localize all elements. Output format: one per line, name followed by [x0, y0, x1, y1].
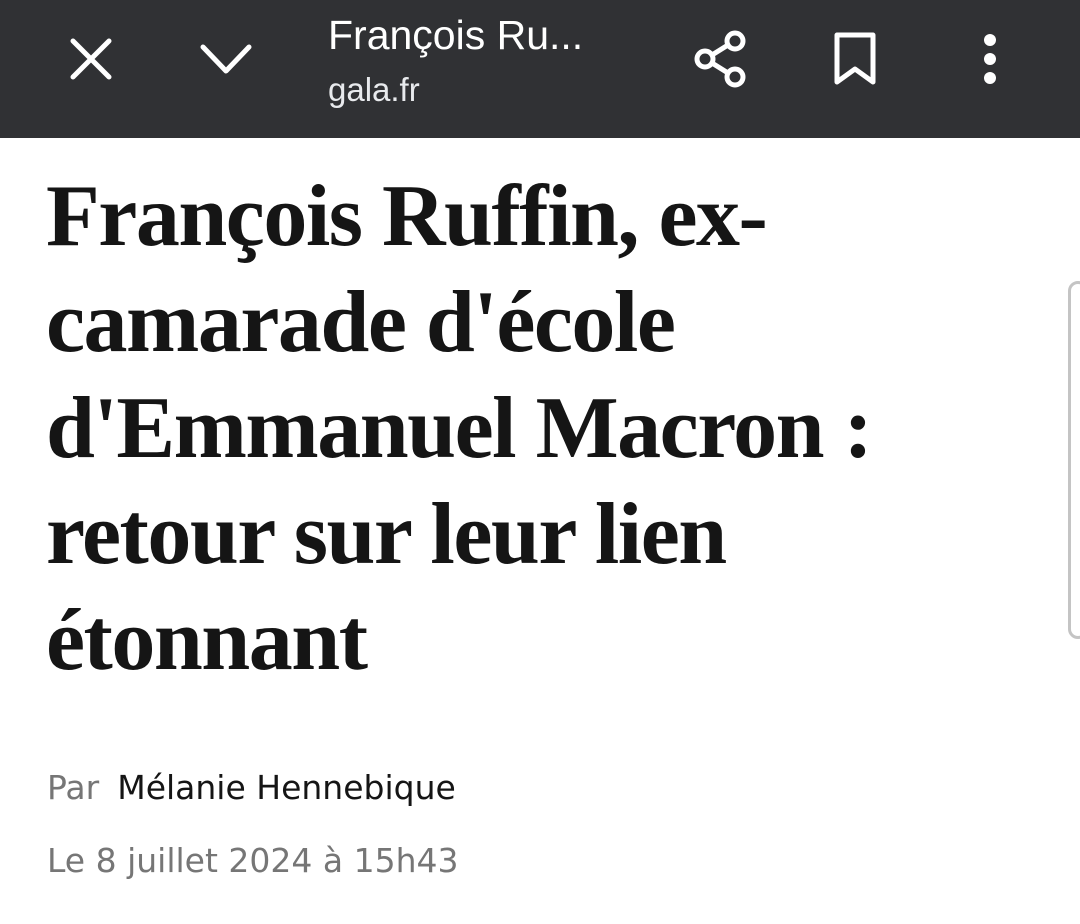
page-domain: gala.fr: [328, 71, 420, 108]
byline-prefix: Par: [47, 768, 100, 807]
byline: Par Mélanie Hennebique: [47, 765, 456, 811]
close-icon: [70, 38, 112, 80]
author-name[interactable]: Mélanie Hennebique: [117, 768, 456, 807]
bookmark-button[interactable]: [810, 14, 900, 104]
bookmark-icon: [834, 32, 876, 85]
page-title: François Ru...: [328, 12, 584, 58]
more-vert-icon: [984, 34, 996, 84]
share-button[interactable]: [676, 14, 766, 104]
chevron-down-icon: [200, 44, 252, 74]
minimize-button[interactable]: [181, 14, 271, 104]
custom-tab-toolbar: François Ru... gala.fr: [0, 0, 1080, 138]
scroll-handle[interactable]: [1068, 281, 1080, 639]
publish-date: Le 8 juillet 2024 à 15h43: [47, 841, 459, 880]
more-options-button[interactable]: [945, 14, 1035, 104]
share-icon: [694, 30, 746, 88]
close-button[interactable]: [46, 14, 136, 104]
article-headline: François Ruffin, ex-camarade d'école d'E…: [46, 168, 873, 689]
